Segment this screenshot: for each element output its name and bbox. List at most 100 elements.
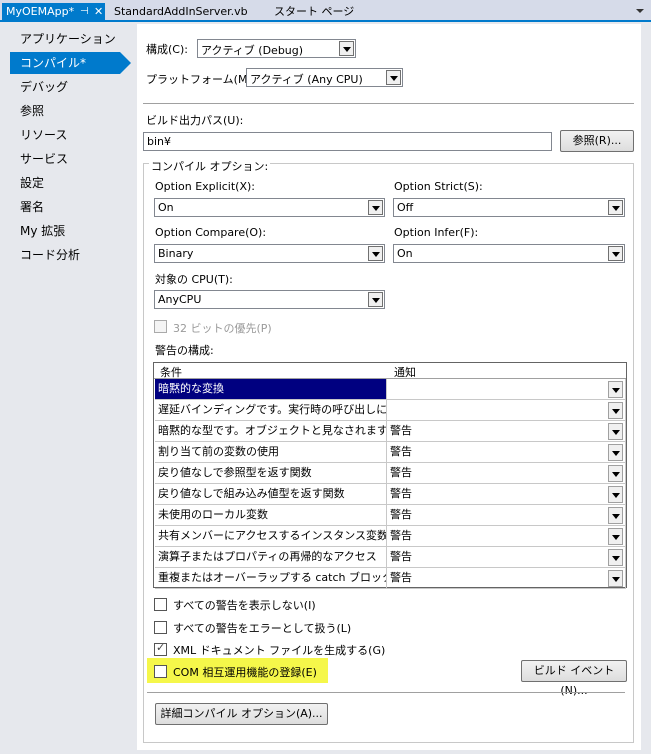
tab-standardaddinserver[interactable]: StandardAddInServer.vb: [110, 3, 252, 22]
warning-condition-cell[interactable]: 遅延バインディングです。実行時の呼び出しに…: [155, 400, 387, 421]
chevron-down-icon[interactable]: [608, 246, 623, 261]
chevron-down-icon[interactable]: [608, 528, 623, 545]
chevron-down-icon[interactable]: [608, 444, 623, 461]
compile-page: 構成(C): アクティブ (Debug) プラットフォーム(M): アクティブ …: [137, 24, 641, 750]
warning-notify-cell[interactable]: [387, 400, 626, 421]
chevron-down-icon[interactable]: [608, 200, 623, 215]
disable-warnings-checkbox[interactable]: [154, 598, 167, 611]
tab-label: MyOEMApp*: [6, 5, 75, 18]
separator: [147, 692, 625, 693]
advanced-compile-button[interactable]: 詳細コンパイル オプション(A)...: [155, 703, 328, 725]
warning-notify-cell[interactable]: 警告: [387, 526, 626, 547]
register-com-checkbox[interactable]: [154, 665, 167, 678]
warnings-as-errors-checkbox[interactable]: [154, 621, 167, 634]
separator: [143, 103, 634, 104]
warning-condition-cell[interactable]: 暗黙的な型です。オブジェクトと見なされます。: [155, 421, 387, 442]
build-events-button[interactable]: ビルド イベント(N)...: [521, 660, 627, 697]
warnings-label: 警告の構成:: [155, 344, 214, 357]
option-infer-value: On: [397, 247, 413, 260]
tab-start-page[interactable]: スタート ページ: [270, 3, 358, 22]
build-output-field[interactable]: [143, 132, 552, 151]
warning-notify-cell[interactable]: 警告: [387, 421, 626, 442]
option-compare-label: Option Compare(O):: [155, 226, 267, 239]
target-cpu-combo[interactable]: AnyCPU: [154, 290, 385, 309]
chevron-down-icon[interactable]: [608, 402, 623, 419]
warning-condition-cell[interactable]: 演算子またはプロパティの再帰的なアクセス: [155, 547, 387, 568]
vertical-scrollbar[interactable]: [641, 24, 651, 754]
document-tab-bar: MyOEMApp* ⊣ ✕ StandardAddInServer.vb スター…: [0, 0, 651, 22]
option-compare-value: Binary: [158, 247, 194, 260]
option-infer-label: Option Infer(F):: [394, 226, 479, 239]
option-infer-combo[interactable]: On: [393, 244, 625, 263]
sidebar-item-signing[interactable]: 署名: [20, 196, 44, 218]
config-label: 構成(C):: [146, 43, 188, 56]
prefer-32bit-label: 32 ビットの優先(P): [173, 322, 272, 335]
warning-condition-cell[interactable]: 戻り値なしで組み込み値型を返す関数: [155, 484, 387, 505]
tab-overflow-dropdown-icon[interactable]: [636, 9, 644, 13]
warning-condition-cell[interactable]: 暗黙的な変換: [155, 379, 387, 400]
warning-notify-cell[interactable]: 警告: [387, 463, 626, 484]
sidebar-item-code-analysis[interactable]: コード分析: [20, 244, 80, 266]
chevron-down-icon[interactable]: [608, 423, 623, 440]
sidebar-item-debug[interactable]: デバッグ: [20, 76, 68, 98]
sidebar-item-settings[interactable]: 設定: [20, 172, 44, 194]
platform-label: プラットフォーム(M):: [146, 73, 256, 86]
warning-condition-cell[interactable]: 未使用のローカル変数: [155, 505, 387, 526]
target-cpu-value: AnyCPU: [158, 293, 202, 306]
sidebar-item-compile[interactable]: コンパイル*: [10, 52, 120, 74]
generate-xml-label: XML ドキュメント ファイルを生成する(G): [173, 644, 386, 657]
chevron-down-icon[interactable]: [608, 570, 623, 587]
chevron-down-icon[interactable]: [386, 70, 401, 85]
sidebar-item-my-extensions[interactable]: My 拡張: [20, 220, 65, 242]
sidebar-item-application[interactable]: アプリケーション: [20, 28, 116, 50]
option-strict-value: Off: [397, 201, 414, 214]
warning-notify-cell[interactable]: 警告: [387, 568, 626, 589]
warnings-grid: 条件 通知 暗黙的な変換 遅延バインディングです。実行時の呼び出しに… 暗黙的な型で…: [153, 362, 627, 589]
generate-xml-checkbox[interactable]: [154, 641, 167, 656]
warning-notify-cell[interactable]: 警告: [387, 442, 626, 463]
sidebar-item-services[interactable]: サービス: [20, 148, 68, 170]
sidebar-item-references[interactable]: 参照: [20, 100, 44, 122]
tab-myoemapp[interactable]: MyOEMApp* ⊣ ✕: [2, 3, 105, 22]
compile-options-label: コンパイル オプション:: [149, 158, 271, 174]
option-strict-label: Option Strict(S):: [394, 180, 483, 193]
chevron-down-icon[interactable]: [608, 486, 623, 503]
option-explicit-combo[interactable]: On: [154, 198, 385, 217]
property-sidebar: アプリケーション コンパイル* デバッグ 参照 リソース サービス 設定 署名 …: [0, 24, 134, 754]
chevron-down-icon[interactable]: [608, 465, 623, 482]
pin-icon[interactable]: ⊣: [80, 3, 89, 21]
option-explicit-label: Option Explicit(X):: [155, 180, 256, 193]
browse-button[interactable]: 参照(R)...: [560, 130, 634, 152]
config-value: アクティブ (Debug): [201, 44, 304, 57]
chevron-down-icon[interactable]: [608, 549, 623, 566]
build-output-label: ビルド出力パス(U):: [146, 114, 244, 127]
warning-notify-cell[interactable]: 警告: [387, 505, 626, 526]
warning-condition-cell[interactable]: 重複またはオーバーラップする catch ブロック: [155, 568, 387, 589]
sidebar-item-resources[interactable]: リソース: [20, 124, 67, 146]
register-com-label: COM 相互運用機能の登録(E): [173, 666, 317, 679]
warning-condition-cell[interactable]: 割り当て前の変数の使用: [155, 442, 387, 463]
disable-warnings-label: すべての警告を表示しない(I): [173, 599, 316, 612]
close-icon[interactable]: ✕: [94, 3, 103, 21]
chevron-down-icon[interactable]: [368, 292, 383, 307]
chevron-down-icon[interactable]: [608, 381, 623, 398]
warning-notify-cell[interactable]: [387, 379, 626, 400]
selected-arrow-icon: [120, 52, 131, 74]
platform-value: アクティブ (Any CPU): [250, 73, 363, 86]
prefer-32bit-checkbox[interactable]: [154, 320, 167, 333]
platform-combo[interactable]: アクティブ (Any CPU): [246, 68, 403, 87]
config-combo[interactable]: アクティブ (Debug): [197, 39, 356, 58]
option-strict-combo[interactable]: Off: [393, 198, 625, 217]
chevron-down-icon[interactable]: [368, 246, 383, 261]
option-compare-combo[interactable]: Binary: [154, 244, 385, 263]
warning-condition-cell[interactable]: 戻り値なしで参照型を返す関数: [155, 463, 387, 484]
chevron-down-icon[interactable]: [368, 200, 383, 215]
chevron-down-icon[interactable]: [339, 41, 354, 56]
warning-notify-cell[interactable]: 警告: [387, 484, 626, 505]
warning-condition-cell[interactable]: 共有メンバーにアクセスするインスタンス変数: [155, 526, 387, 547]
chevron-down-icon[interactable]: [608, 507, 623, 524]
build-output-input[interactable]: [144, 133, 551, 150]
target-cpu-label: 対象の CPU(T):: [155, 273, 233, 286]
warning-notify-cell[interactable]: 警告: [387, 547, 626, 568]
option-explicit-value: On: [158, 201, 174, 214]
